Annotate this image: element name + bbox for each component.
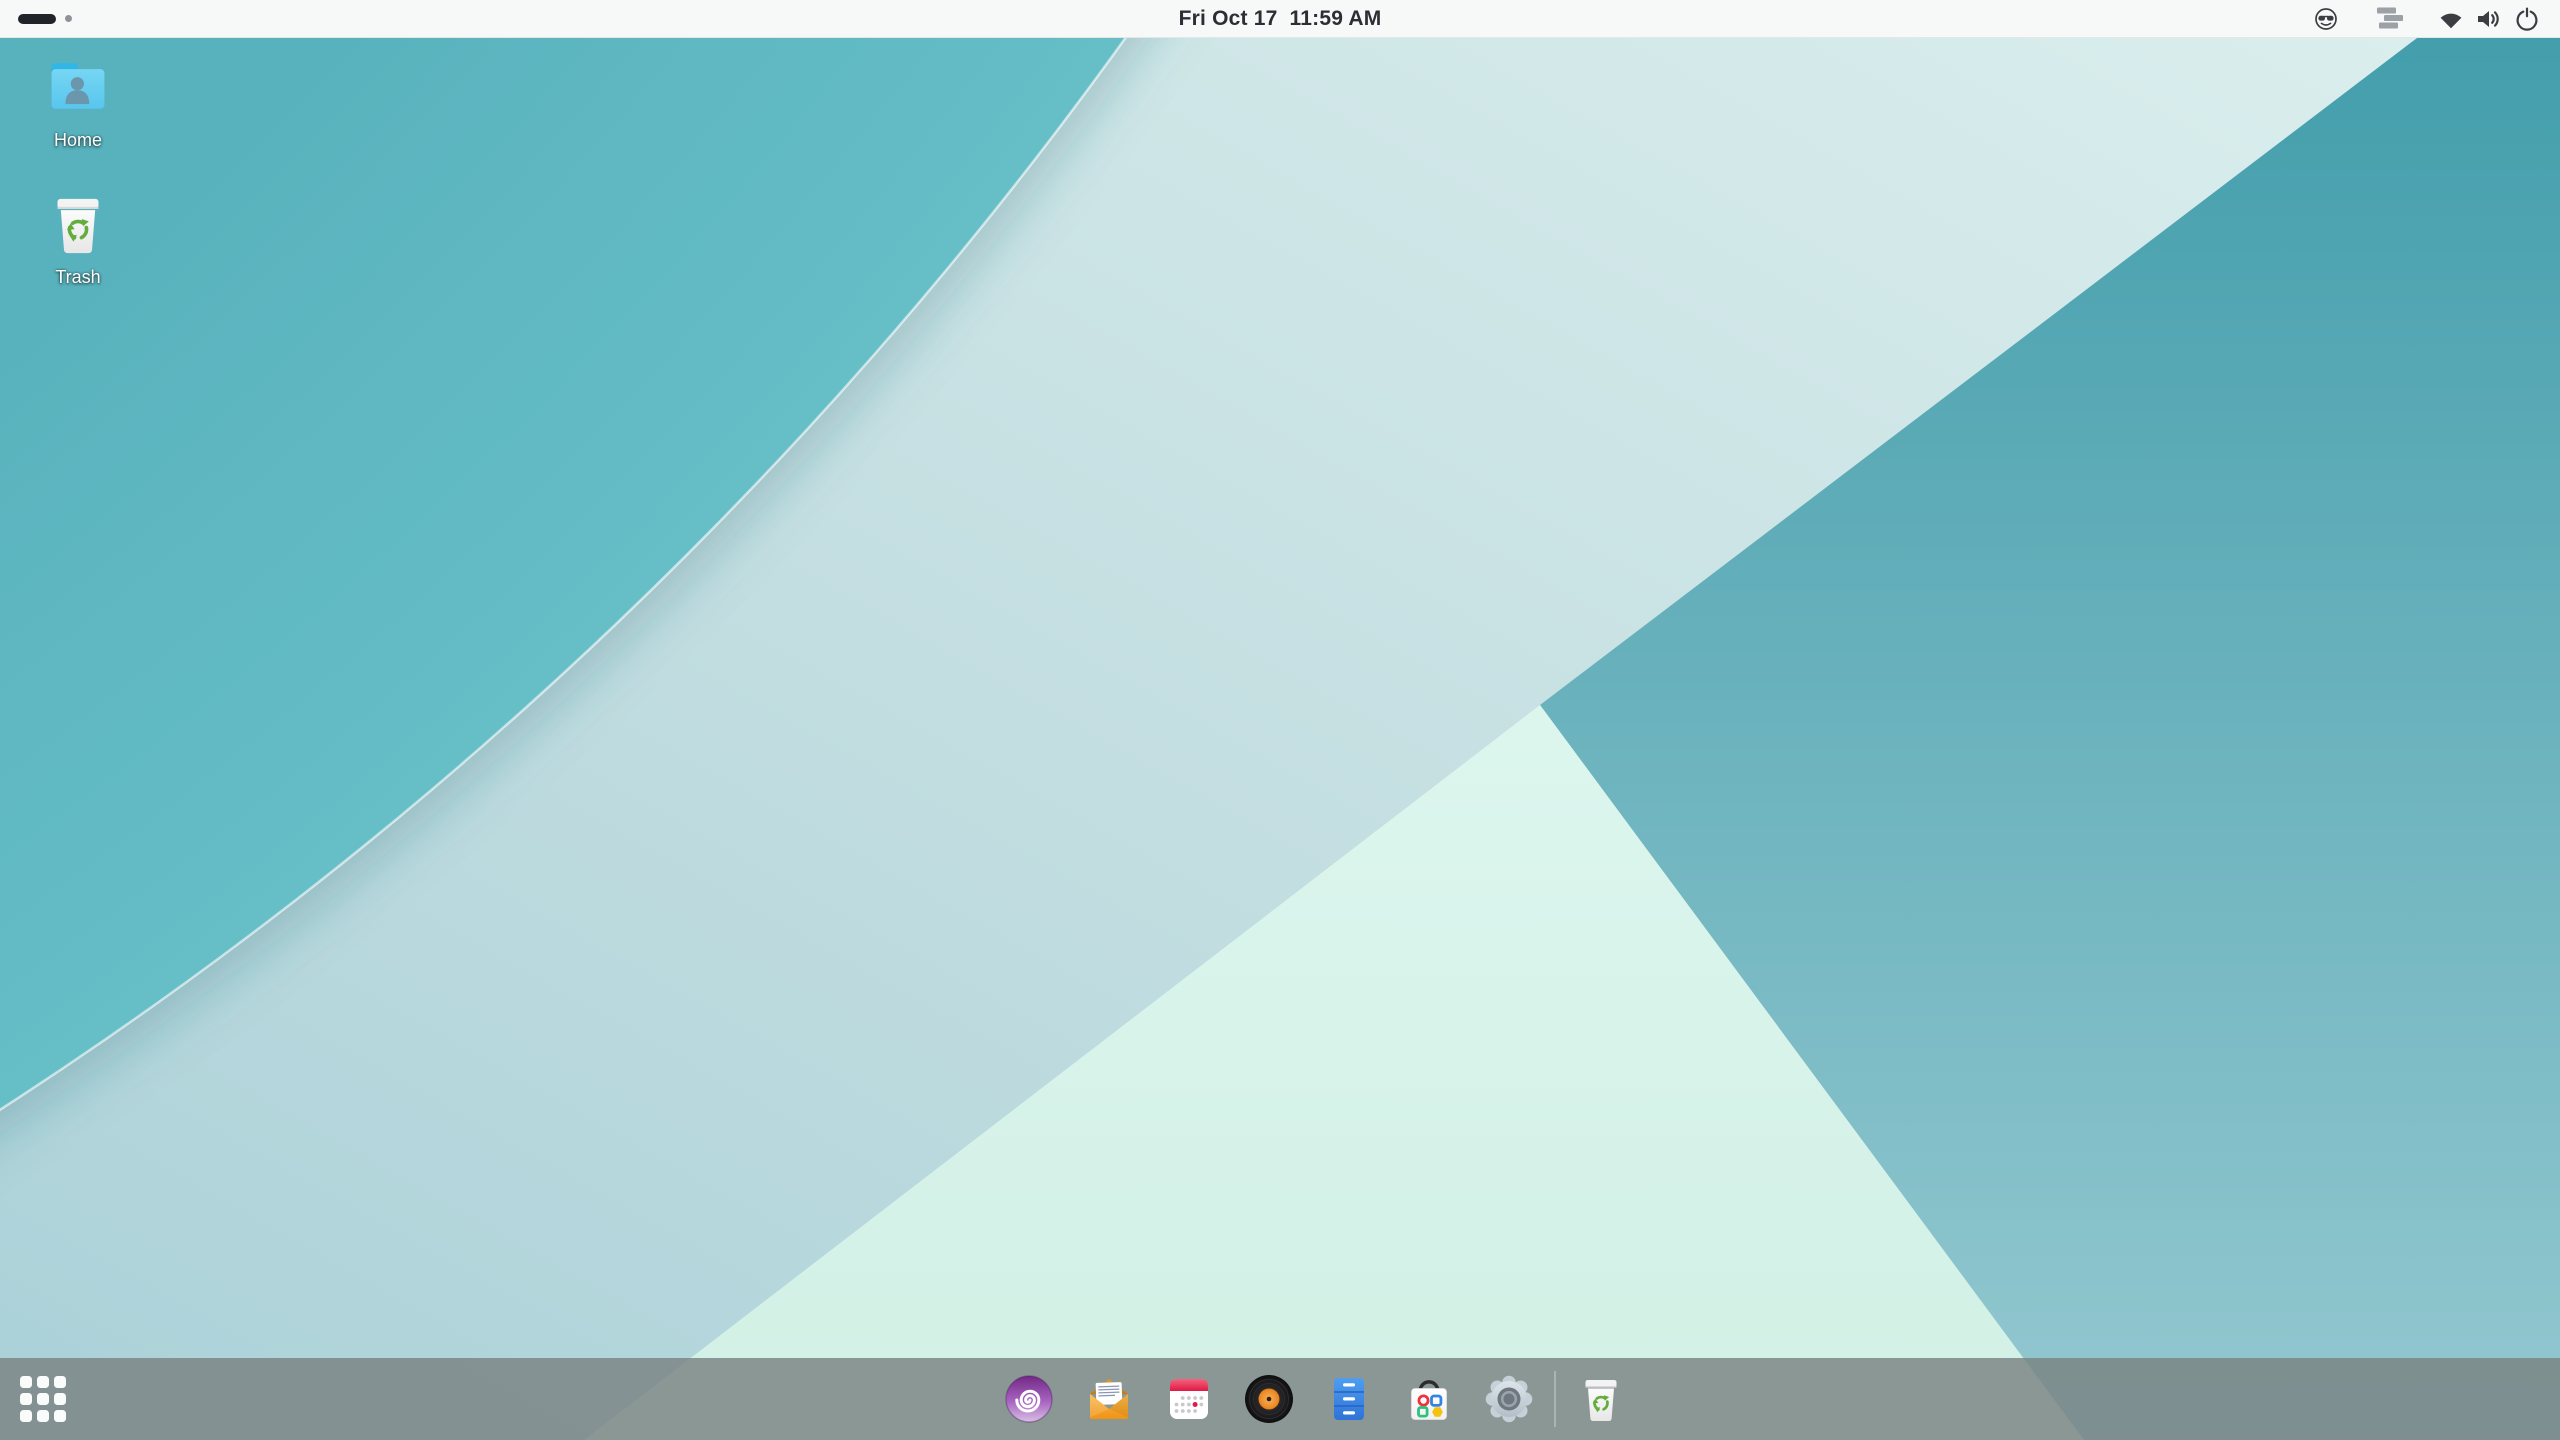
dock [0, 1358, 2560, 1440]
power-icon[interactable] [2514, 0, 2540, 37]
desktop-icon-home[interactable]: Home [22, 50, 134, 151]
desktop-icon-label: Trash [55, 267, 100, 288]
desktop-icon-label: Home [54, 130, 102, 151]
calendar-icon [1161, 1371, 1217, 1427]
volume-icon[interactable] [2475, 0, 2503, 37]
dock-app-files[interactable] [1320, 1370, 1378, 1428]
dock-app-calendar[interactable] [1160, 1370, 1218, 1428]
trash-icon [1573, 1371, 1629, 1427]
desktop-icon-area: Home Trash [22, 50, 134, 324]
dock-separator [1554, 1371, 1556, 1427]
dock-app-mail[interactable] [1080, 1370, 1138, 1428]
trash-icon [41, 187, 115, 261]
dock-app-trash[interactable] [1572, 1370, 1630, 1428]
wifi-icon[interactable] [2438, 0, 2464, 37]
desktop-icon-trash[interactable]: Trash [22, 187, 134, 288]
vinyl-record-icon [1241, 1371, 1297, 1427]
purple-spiral-orb-icon [1001, 1371, 1057, 1427]
stacked-windows-icon[interactable] [2376, 0, 2404, 37]
dock-app-music[interactable] [1240, 1370, 1298, 1428]
sunglasses-face-icon[interactable] [2313, 0, 2339, 37]
mail-envelope-icon [1081, 1371, 1137, 1427]
home-folder-icon [41, 50, 115, 124]
settings-gear-icon [1481, 1371, 1537, 1427]
top-panel: Fri Oct 17 11:59 AM [0, 0, 2560, 38]
drawer-cabinet-icon [1321, 1371, 1377, 1427]
dock-app-settings[interactable] [1480, 1370, 1538, 1428]
wallpaper [0, 0, 2560, 1440]
desktop-screen: Fri Oct 17 11:59 AM [0, 0, 2560, 1440]
show-applications-button[interactable] [20, 1376, 66, 1422]
dock-app-web-browser[interactable] [1000, 1370, 1058, 1428]
dock-apps [1000, 1370, 1630, 1428]
clock[interactable]: Fri Oct 17 11:59 AM [0, 0, 2560, 37]
dock-app-app-store[interactable] [1400, 1370, 1458, 1428]
status-area [2313, 0, 2540, 37]
app-store-bag-icon [1401, 1371, 1457, 1427]
